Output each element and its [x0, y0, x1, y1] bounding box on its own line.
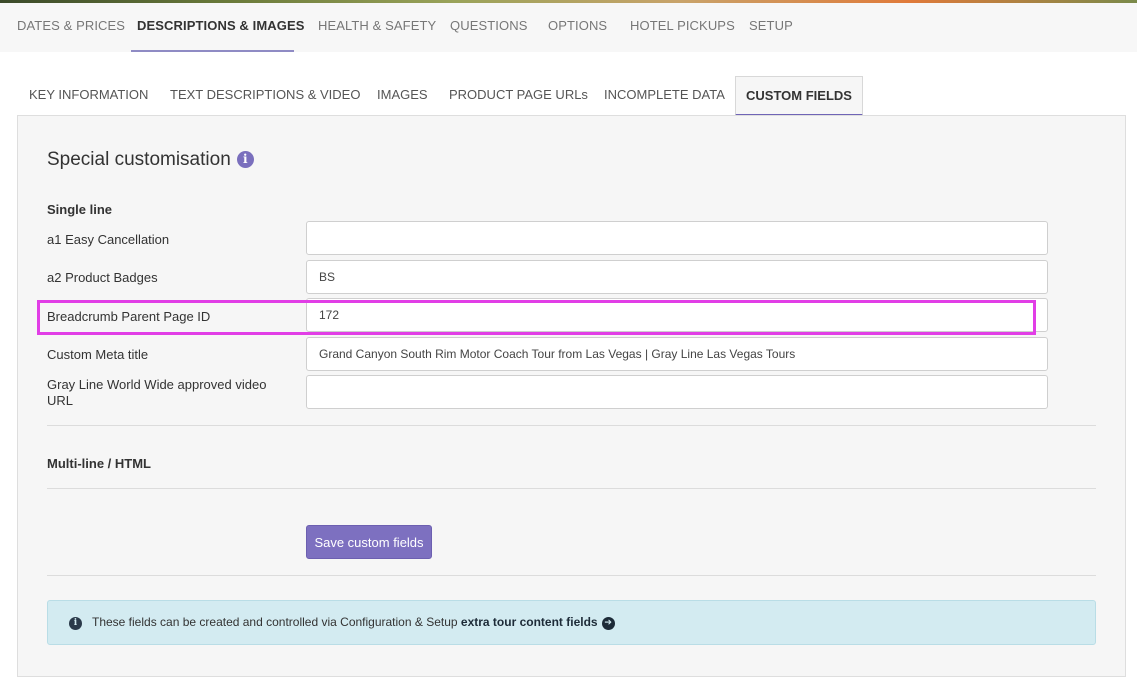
info-alert: i These fields can be created and control… — [47, 600, 1096, 645]
field-label-video-url: Gray Line World Wide approved video URL — [47, 377, 267, 408]
field-label-easy-cancellation: a1 Easy Cancellation — [47, 232, 170, 247]
tab-questions[interactable]: QUESTIONS — [450, 3, 527, 52]
subtab-incomplete-data[interactable]: INCOMPLETE DATA — [604, 76, 725, 116]
custom-meta-title-input[interactable]: Grand Canyon South Rim Motor Coach Tour … — [306, 337, 1048, 371]
main-tab-bar: DATES & PRICES DESCRIPTIONS & IMAGES HEA… — [0, 3, 1137, 52]
tab-hotel-pickups[interactable]: HOTEL PICKUPS — [630, 3, 735, 52]
subtab-images[interactable]: IMAGES — [377, 76, 428, 116]
tab-descriptions-images[interactable]: DESCRIPTIONS & IMAGES — [131, 3, 304, 52]
easy-cancellation-input[interactable] — [306, 221, 1048, 255]
tab-setup[interactable]: SETUP — [749, 3, 793, 52]
subtab-key-information[interactable]: KEY INFORMATION — [29, 76, 148, 116]
save-custom-fields-button[interactable]: Save custom fields — [306, 525, 432, 559]
field-label-product-badges: a2 Product Badges — [47, 270, 158, 285]
info-circle-icon[interactable]: i — [236, 151, 254, 168]
divider — [47, 575, 1096, 576]
product-badges-input[interactable]: BS — [306, 260, 1048, 294]
subtab-product-page-urls[interactable]: PRODUCT PAGE URLs — [449, 76, 588, 116]
section-title: Special customisation — [47, 149, 231, 170]
divider — [47, 425, 1096, 426]
sub-tab-bar: KEY INFORMATION TEXT DESCRIPTIONS & VIDE… — [0, 76, 1137, 116]
multi-line-heading: Multi-line / HTML — [47, 456, 151, 471]
divider — [47, 488, 1096, 489]
extra-tour-content-fields-link[interactable]: extra tour content fields — [461, 615, 598, 629]
field-label-custom-meta-title: Custom Meta title — [47, 347, 149, 362]
breadcrumb-parent-page-id-input[interactable]: 172 — [306, 298, 1048, 332]
subtab-text-descriptions-video[interactable]: TEXT DESCRIPTIONS & VIDEO — [170, 76, 360, 116]
single-line-heading: Single line — [47, 202, 113, 217]
alert-text: These fields can be created and controll… — [92, 615, 461, 629]
video-url-input[interactable] — [306, 375, 1048, 409]
subtab-custom-fields[interactable]: CUSTOM FIELDS — [735, 76, 863, 116]
field-label-breadcrumb-parent-page-id: Breadcrumb Parent Page ID — [47, 309, 211, 324]
arrow-circle-right-icon[interactable]: ➔ — [601, 617, 615, 630]
tab-options[interactable]: OPTIONS — [548, 3, 607, 52]
section-heading: Special customisation i — [47, 149, 254, 171]
tab-dates-prices[interactable]: DATES & PRICES — [17, 3, 125, 52]
tab-health-safety[interactable]: HEALTH & SAFETY — [318, 3, 436, 52]
info-circle-icon: i — [69, 617, 82, 630]
